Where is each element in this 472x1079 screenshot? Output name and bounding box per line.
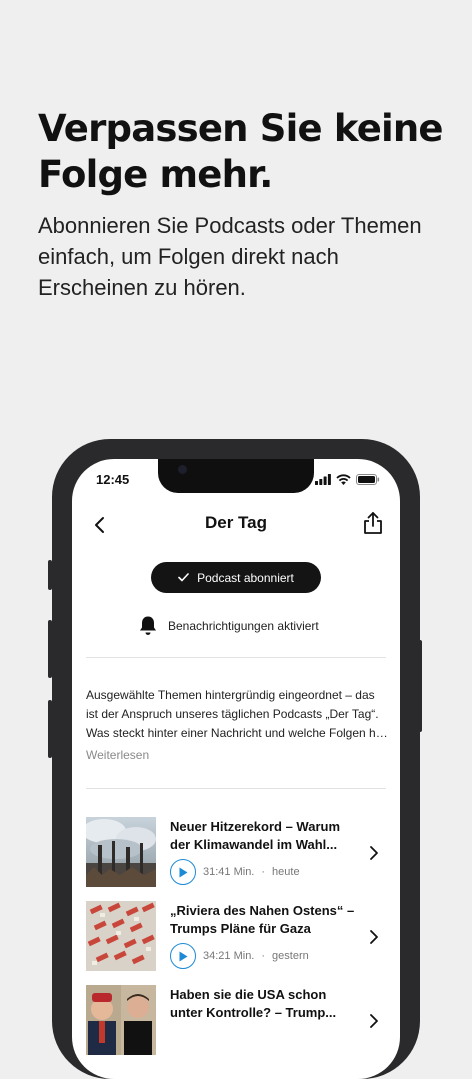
battery-icon (356, 474, 380, 485)
episode-title: „Riviera des Nahen Ostens“ – Trumps Plän… (170, 903, 355, 936)
promo-subline: Abonnieren Sie Podcasts oder Themen einf… (38, 213, 422, 300)
episode-meta: 31:41 Min. · heute (170, 859, 300, 885)
episode-thumbnail (86, 901, 156, 971)
episode-date: heute (272, 866, 300, 878)
chevron-right-icon[interactable] (368, 1013, 380, 1029)
subscribe-button[interactable]: Podcast abonniert (151, 562, 321, 593)
promo-headline: Verpassen Sie keine Folge mehr. (38, 107, 444, 196)
phone-volume-down (48, 700, 52, 758)
status-time: 12:45 (96, 472, 130, 487)
episode-item[interactable]: Haben sie die USA schon unter Kontrolle?… (86, 985, 386, 1057)
episode-duration: 31:41 Min. (203, 866, 255, 878)
play-icon (179, 867, 188, 877)
check-icon (178, 573, 189, 582)
read-more-link[interactable]: Weiterlesen (86, 746, 388, 765)
phone-screen: 12:45 Der Tag Podcast abonniert Benachri… (72, 459, 400, 1079)
signal-icon (315, 474, 331, 485)
description-text: Ausgewählte Themen hintergründig eingeor… (86, 688, 386, 740)
phone-power-button (418, 640, 422, 732)
divider (86, 657, 386, 658)
meta-separator: · (261, 866, 266, 878)
episode-date: gestern (272, 950, 309, 962)
play-button[interactable] (170, 943, 196, 969)
notch (158, 459, 314, 493)
chevron-right-icon[interactable] (368, 845, 380, 861)
episode-duration: 34:21 Min. (203, 950, 255, 962)
episode-thumbnail (86, 817, 156, 887)
page-title: Der Tag (204, 513, 268, 532)
phone-volume-up (48, 620, 52, 678)
episode-thumbnail (86, 985, 156, 1055)
camera-icon (178, 465, 187, 474)
podcast-description: Ausgewählte Themen hintergründig eingeor… (86, 686, 388, 765)
notifications-label: Benachrichtigungen aktiviert (168, 618, 319, 633)
bell-icon (140, 616, 156, 635)
wifi-icon (336, 474, 351, 485)
status-icons (315, 474, 380, 485)
divider (86, 788, 386, 789)
episode-meta: 34:21 Min. · gestern (170, 943, 309, 969)
episode-item[interactable]: Neuer Hitzerekord – Warum der Klimawande… (86, 817, 386, 889)
episode-item[interactable]: „Riviera des Nahen Ostens“ – Trumps Plän… (86, 901, 386, 973)
play-icon (179, 951, 188, 961)
episode-title: Neuer Hitzerekord – Warum der Klimawande… (170, 819, 341, 852)
notifications-toggle[interactable]: Benachrichtigungen aktiviert (138, 615, 319, 636)
share-icon[interactable] (362, 511, 384, 535)
meta-separator: · (261, 950, 266, 962)
chevron-right-icon[interactable] (368, 929, 380, 945)
phone-mute-switch (48, 560, 52, 590)
episode-title: Haben sie die USA schon unter Kontrolle?… (170, 987, 337, 1020)
play-button[interactable] (170, 859, 196, 885)
subscribe-label: Podcast abonniert (197, 570, 294, 585)
